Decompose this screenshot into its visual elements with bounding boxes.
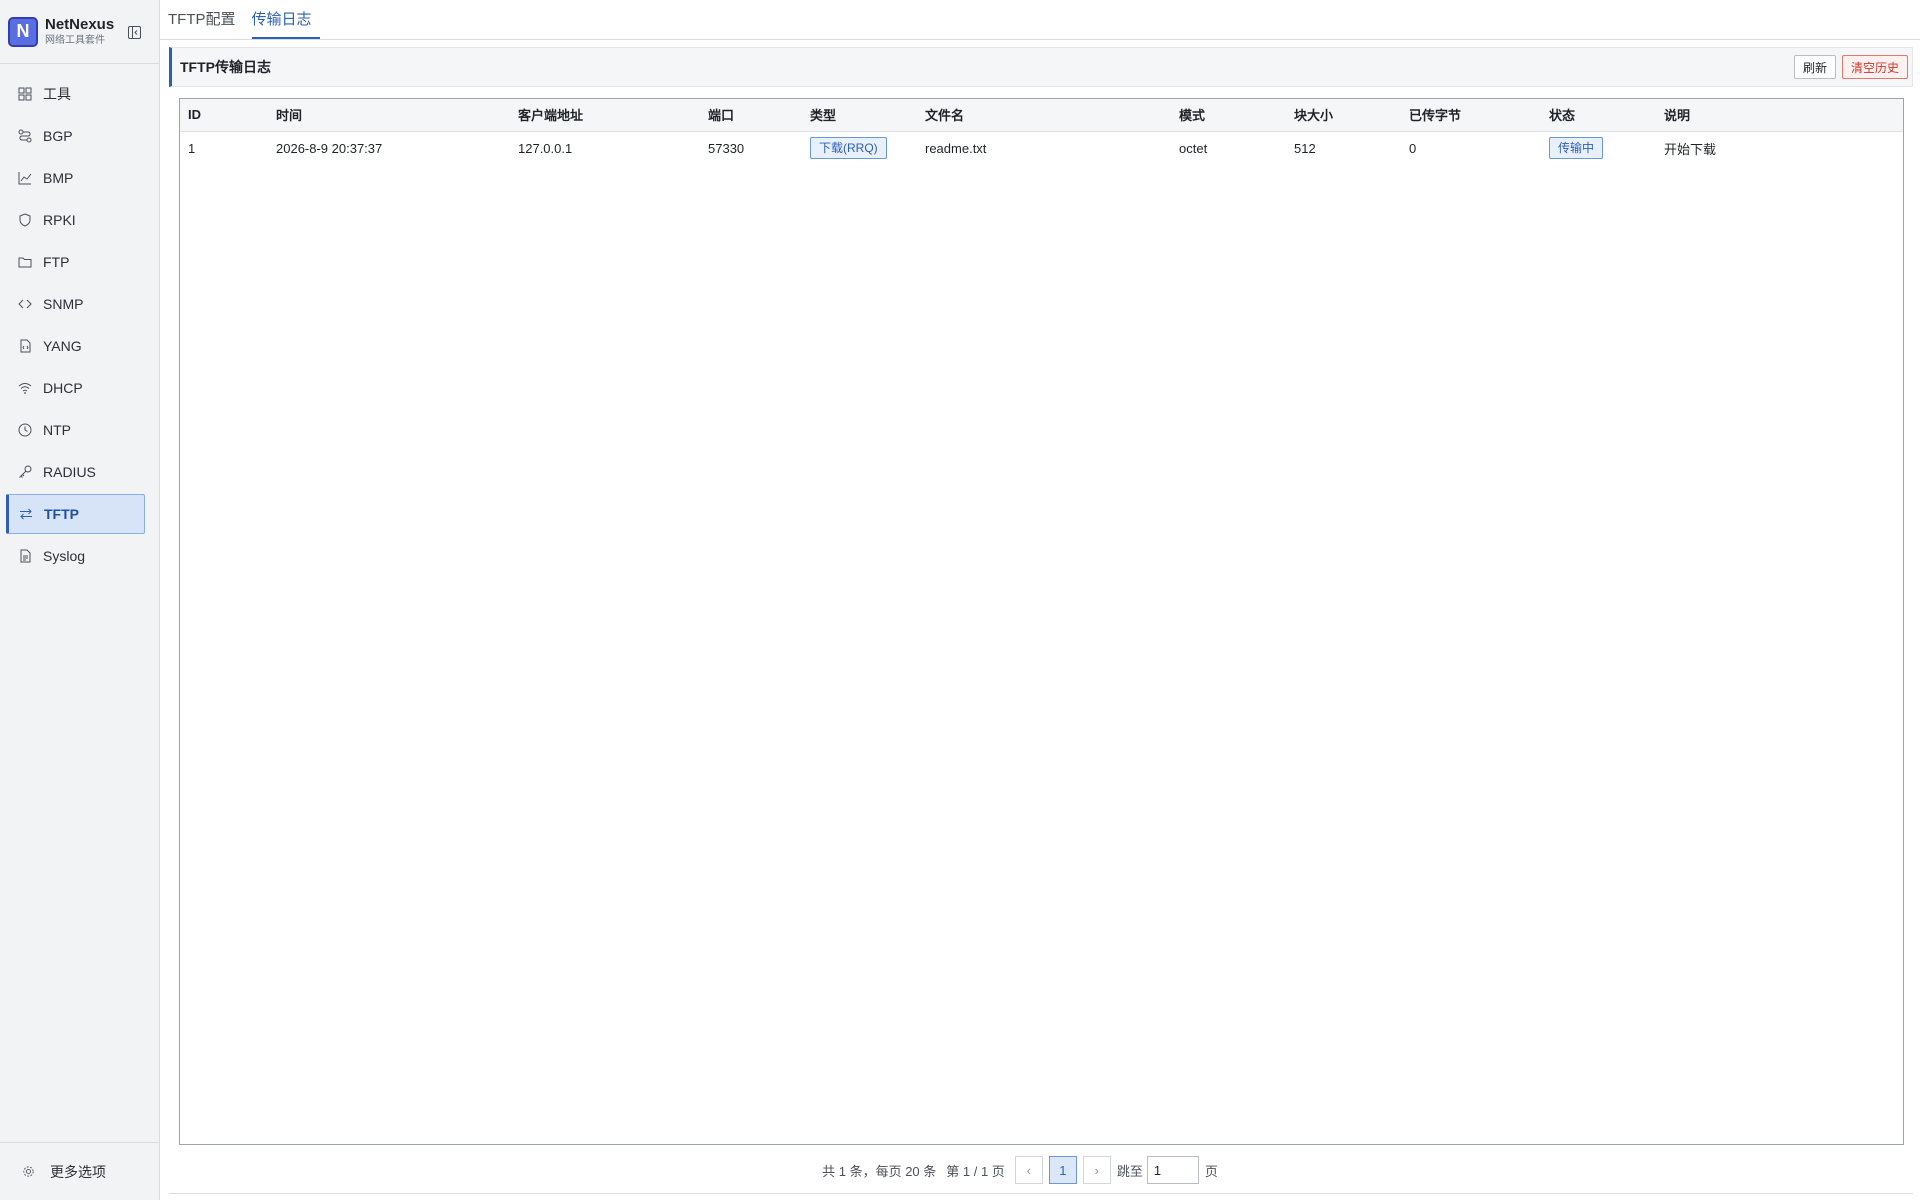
table-header-row: ID 时间 客户端地址 端口 类型 文件名 模式 块大小 已传字节 状态 说明 [180, 99, 1903, 131]
column-header-time[interactable]: 时间 [268, 99, 510, 131]
jump-page-input[interactable] [1146, 1156, 1199, 1184]
cell-id: 1 [188, 140, 196, 156]
cell-client: 127.0.0.1 [518, 140, 573, 156]
sidebar-item-bmp[interactable]: BMP [6, 158, 145, 198]
cell-mode: octet [1179, 140, 1208, 156]
sidebar-item-yang[interactable]: YANG [6, 326, 145, 366]
sidebar-item-label: 工具 [43, 86, 71, 102]
sidebar-item-ftp[interactable]: FTP [6, 242, 145, 282]
sidebar-item-ntp[interactable]: NTP [6, 410, 145, 450]
page-button-current[interactable]: 1 [1048, 1156, 1077, 1184]
wifi-icon [17, 380, 33, 396]
column-header-mode[interactable]: 模式 [1171, 99, 1286, 131]
sidebar-item-tools[interactable]: 工具 [6, 74, 145, 114]
column-header-id[interactable]: ID [180, 99, 268, 131]
sidebar-item-radius[interactable]: RADIUS [6, 452, 145, 492]
gear-icon [22, 1165, 36, 1179]
app-name: NetNexus [45, 15, 115, 33]
sidebar-nav: 工具 BGP BMP RPKI FTP SNMP YANG DHCP NTP R… [0, 74, 159, 576]
document-icon [17, 548, 33, 564]
column-header-bytes[interactable]: 已传字节 [1401, 99, 1541, 131]
file-code-icon [17, 338, 33, 354]
app-subtitle: 网络工具套件 [45, 34, 105, 46]
refresh-button[interactable]: 刷新 [1793, 55, 1836, 79]
sidebar-item-label: DHCP [43, 380, 83, 396]
cell-filename: readme.txt [925, 140, 987, 156]
cell-status: 传输中 [1541, 131, 1656, 165]
cell-type: 下载(RRQ) [802, 131, 917, 165]
tab-transfer-log[interactable]: 传输日志 [251, 8, 320, 39]
panel-actions: 刷新 清空历史 [1793, 55, 1908, 79]
shield-icon [17, 212, 33, 228]
logo-letter: N [16, 21, 30, 41]
sidebar-item-snmp[interactable]: SNMP [6, 284, 145, 324]
sidebar-item-label: BGP [43, 128, 73, 144]
type-badge: 下载(RRQ) [810, 137, 887, 160]
sidebar-item-label: RPKI [43, 212, 76, 228]
cell-port: 57330 [708, 140, 745, 156]
more-options-button[interactable]: 更多选项 [0, 1142, 159, 1200]
panel-header: TFTP传输日志 刷新 清空历史 [169, 47, 1913, 87]
swap-icon [18, 506, 34, 522]
cell-bytes: 0 [1409, 140, 1417, 156]
sidebar-collapse-icon[interactable] [127, 25, 141, 39]
key-icon [17, 464, 33, 480]
column-header-block-size[interactable]: 块大小 [1286, 99, 1401, 131]
pagination-summary: 共 1 条，每页 20 条 [822, 1163, 937, 1179]
column-header-type[interactable]: 类型 [802, 99, 917, 131]
panel-title: TFTP传输日志 [180, 59, 271, 75]
jump-page-suffix: 页 [1204, 1163, 1218, 1179]
grid-icon [17, 86, 33, 102]
transfer-log-table: ID 时间 客户端地址 端口 类型 文件名 模式 块大小 已传字节 状态 说明 … [179, 98, 1904, 1145]
cell-block-size: 512 [1294, 140, 1316, 156]
bottom-divider [169, 1193, 1913, 1194]
pagination-page-info: 第 1 / 1 页 [946, 1163, 1005, 1179]
tab-tftp-config[interactable]: TFTP配置 [168, 8, 244, 39]
column-header-note[interactable]: 说明 [1656, 99, 1903, 131]
pagination: 共 1 条，每页 20 条 第 1 / 1 页 ‹ 1 › 跳至 页 [160, 1155, 1920, 1185]
code-icon [17, 296, 33, 312]
clear-history-button[interactable]: 清空历史 [1841, 55, 1908, 79]
column-header-client[interactable]: 客户端地址 [510, 99, 700, 131]
clock-icon [17, 422, 33, 438]
sidebar-item-label: Syslog [43, 548, 86, 564]
next-page-button[interactable]: › [1082, 1156, 1111, 1184]
more-options-label: 更多选项 [50, 1163, 106, 1180]
app-logo: N [8, 16, 38, 47]
sidebar-item-label: NTP [43, 422, 71, 438]
sidebar-item-label: FTP [43, 254, 70, 270]
status-badge: 传输中 [1549, 137, 1604, 160]
sidebar-item-rpki[interactable]: RPKI [6, 200, 145, 240]
jump-to-label: 跳至 [1116, 1163, 1143, 1179]
table-row[interactable]: 1 2026-8-9 20:37:37 127.0.0.1 57330 下载(R… [180, 131, 1903, 165]
cell-note: 开始下载 [1664, 141, 1717, 157]
main-content: TFTP配置 传输日志 TFTP传输日志 刷新 清空历史 ID 时间 客户端地址… [160, 0, 1920, 1200]
tab-bar: TFTP配置 传输日志 [160, 0, 1920, 40]
chart-icon [17, 170, 33, 186]
sidebar-item-label: SNMP [43, 296, 84, 312]
prev-page-button[interactable]: ‹ [1014, 1156, 1043, 1184]
sidebar-item-syslog[interactable]: Syslog [6, 536, 145, 576]
sidebar-item-bgp[interactable]: BGP [6, 116, 145, 156]
sidebar-item-tftp[interactable]: TFTP [6, 494, 145, 534]
folder-icon [17, 254, 33, 270]
column-header-port[interactable]: 端口 [700, 99, 802, 131]
cell-time: 2026-8-9 20:37:37 [276, 140, 383, 156]
sidebar-item-label: YANG [43, 338, 82, 354]
route-icon [17, 128, 33, 144]
brand-header: N NetNexus 网络工具套件 [0, 0, 159, 64]
sidebar-item-label: TFTP [44, 506, 79, 522]
sidebar-item-dhcp[interactable]: DHCP [6, 368, 145, 408]
column-header-status[interactable]: 状态 [1541, 99, 1656, 131]
column-header-filename[interactable]: 文件名 [917, 99, 1171, 131]
sidebar-item-label: RADIUS [43, 464, 96, 480]
sidebar: N NetNexus 网络工具套件 工具 BGP BMP RPKI FTP SN… [0, 0, 160, 1200]
sidebar-item-label: BMP [43, 170, 74, 186]
